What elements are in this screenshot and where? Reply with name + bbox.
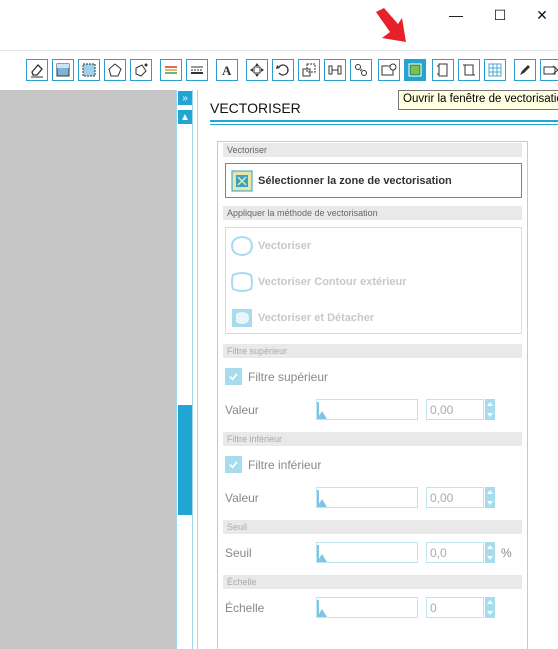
trace-settings-box: Vectoriser Sélectionner la zone de vecto…	[217, 141, 528, 649]
method-outline-button[interactable]: Vectoriser Contour extérieur	[230, 270, 407, 294]
low-filter-value-row: Valeur 0,00	[225, 487, 522, 509]
scale-icon[interactable]	[298, 59, 320, 81]
tooltip: Ouvrir la fenêtre de vectorisation	[398, 90, 558, 110]
threshold-slider[interactable]	[316, 542, 418, 563]
canvas-area	[0, 90, 176, 649]
check-icon	[225, 456, 242, 473]
send-icon[interactable]	[540, 59, 558, 81]
title-divider	[210, 120, 558, 122]
section-threshold-header: Seuil	[223, 520, 522, 534]
threshold-spinner[interactable]	[485, 542, 495, 563]
trace-detach-icon	[232, 309, 252, 327]
svg-text:A: A	[222, 63, 232, 78]
trace-window-icon[interactable]	[404, 59, 426, 81]
trace-panel: VECTORISER Vectoriser Sélectionner la zo…	[197, 90, 558, 649]
title-bar: — ☐ ✕	[0, 0, 558, 32]
threshold-label: Seuil	[225, 546, 252, 560]
scale-spinner[interactable]	[485, 597, 495, 618]
check-icon	[225, 368, 242, 385]
toolbar: A	[0, 50, 558, 90]
low-filter-checkbox[interactable]: Filtre inférieur	[225, 456, 321, 473]
scale-slider[interactable]	[316, 597, 418, 618]
select-area-icon	[231, 170, 253, 191]
scale-input[interactable]: 0	[426, 597, 484, 618]
page-icon[interactable]	[432, 59, 454, 81]
line-style-icon[interactable]	[186, 59, 208, 81]
grid-icon[interactable]	[484, 59, 506, 81]
red-arrow-annotation	[376, 8, 406, 42]
trace-outline-icon	[231, 272, 253, 292]
trace-icon	[231, 236, 253, 256]
align-icon[interactable]	[324, 59, 346, 81]
panel-title: VECTORISER	[210, 100, 301, 116]
low-filter-spinner[interactable]	[485, 487, 495, 508]
pen-polygon-icon[interactable]	[130, 59, 152, 81]
section-low-filter-header: Filtre inférieur	[223, 432, 522, 446]
method-detach-label: Vectoriser et Détacher	[258, 312, 375, 324]
section-high-filter-header: Filtre supérieur	[223, 344, 522, 358]
line-color-icon[interactable]	[160, 59, 182, 81]
scale-label: Échelle	[225, 601, 265, 615]
low-value-label: Valeur	[225, 491, 259, 505]
high-filter-label: Filtre supérieur	[248, 369, 329, 384]
section-scale-header: Échelle	[223, 575, 522, 589]
eraser-icon[interactable]	[26, 59, 48, 81]
maximize-button[interactable]: ☐	[488, 4, 512, 26]
threshold-row: Seuil 0,0 %	[225, 542, 522, 564]
fill-rect-icon[interactable]	[52, 59, 74, 81]
low-filter-input[interactable]: 0,00	[426, 487, 484, 508]
select-area-label: Sélectionner la zone de vectorisation	[258, 174, 452, 187]
scale-row: Échelle 0	[225, 597, 522, 619]
polygon-paint-icon[interactable]	[104, 59, 126, 81]
image-icon[interactable]	[378, 59, 400, 81]
method-detach-button[interactable]: Vectoriser et Détacher	[230, 306, 374, 330]
low-filter-label: Filtre inférieur	[248, 457, 322, 472]
select-trace-area-button[interactable]: Sélectionner la zone de vectorisation	[225, 163, 522, 198]
low-filter-slider[interactable]	[316, 487, 418, 508]
rotate-icon[interactable]	[272, 59, 294, 81]
method-vectoriser-button[interactable]: Vectoriser	[230, 234, 311, 258]
title-divider-thin	[210, 124, 558, 125]
pattern-fill-icon[interactable]	[78, 59, 100, 81]
method-vectoriser-label: Vectoriser	[258, 240, 312, 252]
high-value-label: Valeur	[225, 403, 259, 417]
threshold-input[interactable]: 0,0	[426, 542, 484, 563]
panel-scrollbar[interactable]: » ▲	[176, 90, 193, 649]
close-button[interactable]: ✕	[530, 4, 554, 26]
high-filter-input[interactable]: 0,00	[426, 399, 484, 420]
text-icon[interactable]: A	[216, 59, 238, 81]
collapse-panel-button[interactable]: »	[178, 91, 192, 105]
high-filter-checkbox[interactable]: Filtre supérieur	[225, 368, 328, 385]
scroll-up-button[interactable]: ▲	[178, 110, 192, 124]
scroll-thumb[interactable]	[178, 405, 192, 515]
high-filter-value-row: Valeur 0,00	[225, 399, 522, 421]
minimize-button[interactable]: —	[444, 4, 468, 26]
replicate-icon[interactable]	[350, 59, 372, 81]
trace-method-group: Vectoriser Vectoriser Contour extérieur …	[225, 227, 522, 334]
section-vectoriser-header: Vectoriser	[223, 143, 522, 157]
move-icon[interactable]	[246, 59, 268, 81]
crop-icon[interactable]	[458, 59, 480, 81]
high-filter-slider[interactable]	[316, 399, 418, 420]
high-filter-spinner[interactable]	[485, 399, 495, 420]
section-method-header: Appliquer la méthode de vectorisation	[223, 206, 522, 220]
pen-icon[interactable]	[514, 59, 536, 81]
threshold-unit: %	[501, 546, 512, 560]
method-outline-label: Vectoriser Contour extérieur	[258, 276, 407, 288]
